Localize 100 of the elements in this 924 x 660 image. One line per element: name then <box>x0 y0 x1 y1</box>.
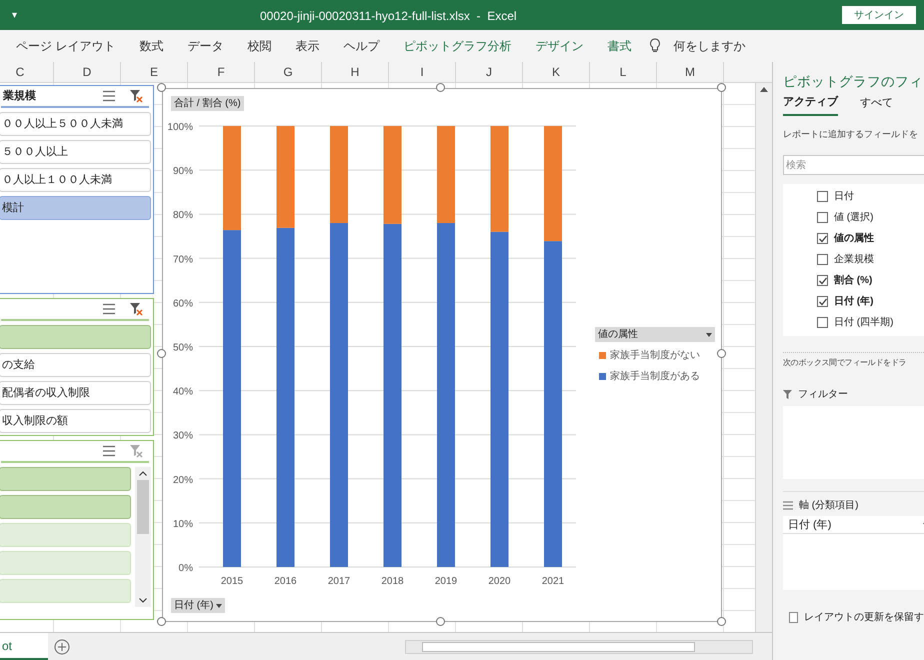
scroll-down-icon[interactable] <box>139 598 147 603</box>
y-axis-label: 70% <box>172 254 193 266</box>
resize-handle[interactable] <box>436 83 445 92</box>
resize-handle[interactable] <box>157 349 166 358</box>
ribbon-tab[interactable]: データ <box>175 37 236 55</box>
slicer-item[interactable]: 配偶者の収入制限 <box>0 381 151 405</box>
ribbon-tab[interactable]: 書式 <box>595 37 644 55</box>
slicer-item[interactable]: の支給 <box>0 353 151 377</box>
pane-tab[interactable]: すべて <box>860 94 893 116</box>
checkbox[interactable] <box>817 317 828 328</box>
sign-in-button[interactable]: サインイン <box>842 6 916 24</box>
ribbon-tab[interactable]: 校閲 <box>235 37 284 55</box>
axis-field-label: 日付 (年) <box>174 599 214 613</box>
dropdown-icon[interactable] <box>216 604 222 608</box>
slicer-item[interactable]: ０人以上１００人未満 <box>0 168 151 192</box>
column-header[interactable]: L <box>590 62 657 82</box>
legend-field-button[interactable]: 値の属性 <box>595 327 715 342</box>
y-axis-label: 50% <box>172 342 193 354</box>
area-label: フィルター <box>798 388 848 402</box>
checkbox[interactable] <box>817 254 828 266</box>
slicer-item[interactable]: 収入制限の額 <box>0 409 151 433</box>
legend-field-label: 値の属性 <box>598 328 638 342</box>
rows-icon[interactable] <box>783 501 793 510</box>
column-header[interactable]: J <box>456 62 523 82</box>
slicer-item[interactable]: 模計 <box>0 196 151 220</box>
y-axis-label: 60% <box>172 298 193 310</box>
ribbon-tab[interactable]: ピボットグラフ分析 <box>391 37 524 55</box>
resize-handle[interactable] <box>157 617 166 626</box>
field-label: 値 (選択) <box>834 211 874 226</box>
chart-area[interactable]: 0% 10% 20% 30% 40% 50% 60% 70% 80% 90% 100% 2015 2016 2017 2018 2019 2020 2021 合計 / 割合 (%) 日付 (年) 値の属性 家族手当制度がない 家族手当制度がある <box>162 88 722 622</box>
slicer-scrollbar[interactable] <box>135 467 151 607</box>
pane-tab[interactable]: アクティブ <box>783 94 838 116</box>
column-header[interactable]: D <box>54 62 121 82</box>
column-header[interactable]: F <box>188 62 255 82</box>
area-label: 軸 (分類項目) <box>799 498 858 514</box>
resize-handle[interactable] <box>717 83 726 92</box>
y-axis-label: 0% <box>178 563 193 574</box>
checkbox[interactable] <box>817 191 828 202</box>
column-header[interactable]: C <box>0 62 54 82</box>
filter-icon <box>783 390 792 400</box>
window-title: 00020-jinji-00020311-hyo12-full-list.xlsx - Excel <box>260 8 517 25</box>
pane-title: ピボットグラフのフィ <box>783 73 924 91</box>
ribbon-tab[interactable]: 表示 <box>283 37 332 55</box>
x-axis-label: 2017 <box>328 576 350 587</box>
scroll-up-icon[interactable] <box>760 87 768 92</box>
horizontal-scrollbar[interactable] <box>405 640 753 654</box>
slicer-item[interactable]: ００人以上５００人未満 <box>0 112 151 136</box>
search-field[interactable]: 検索 <box>783 155 924 176</box>
column-header[interactable]: I <box>389 62 456 82</box>
resize-handle[interactable] <box>717 617 726 626</box>
x-axis-label: 2019 <box>434 576 458 587</box>
worksheet-grid[interactable]: 業規模 ００人以上５００人未満 ５００人以上 ０人以上１００人未満 模計 の支給 配偶者の収入制限 収入制限の額 0% 10% 20% 30% 40% 50% 60% 70% 80% 90% 100% 2015 2016 2017 2018 2019 2020 2021 合計 / 割合 (%) 日付 (年) 値の属性 家族手当制度がない 家族手当制度がある <box>0 83 755 632</box>
sheet-tab[interactable]: ot <box>0 633 48 660</box>
slicer-title: 業規模 <box>2 88 37 104</box>
ribbon-tab[interactable]: ヘルプ <box>331 37 392 55</box>
resize-handle[interactable] <box>717 349 726 358</box>
column-header[interactable]: G <box>255 62 322 82</box>
clear-filter-icon[interactable] <box>129 89 143 103</box>
ribbon-tab[interactable]: ページ レイアウト <box>4 37 128 55</box>
checkbox[interactable] <box>817 212 828 224</box>
lightbulb-icon[interactable] <box>649 38 662 54</box>
legend-label: 家族手当制度がある <box>610 370 700 384</box>
resize-handle[interactable] <box>157 83 166 92</box>
multi-select-icon[interactable] <box>103 303 115 315</box>
scroll-up-icon[interactable] <box>139 471 147 476</box>
ribbon-tab[interactable]: 数式 <box>127 37 176 55</box>
multi-select-icon[interactable] <box>103 445 115 457</box>
ribbon-tab[interactable]: デザイン <box>523 37 596 55</box>
field-label: 日付 (四半期) <box>834 316 894 330</box>
y-axis-label: 80% <box>172 210 193 222</box>
column-header[interactable]: H <box>322 62 389 82</box>
field-label: 日付 (年) <box>834 294 874 310</box>
value-field-button[interactable]: 合計 / 割合 (%) <box>171 96 244 111</box>
axis-field-button[interactable]: 日付 (年) <box>171 598 226 613</box>
scrollbar-thumb[interactable] <box>137 480 149 534</box>
axis-drop-area[interactable]: 日付 (年) <box>783 516 924 590</box>
x-axis-label: 2020 <box>488 576 511 587</box>
y-axis-label: 30% <box>172 430 193 442</box>
resize-handle[interactable] <box>436 617 445 626</box>
tell-me-search[interactable]: 何をしますか <box>673 37 746 55</box>
axis-field-item[interactable]: 日付 (年) <box>783 516 924 534</box>
y-axis-label: 100% <box>167 122 193 133</box>
column-header[interactable]: M <box>657 62 724 82</box>
y-axis-label: 20% <box>172 474 193 486</box>
pane-hint: 次のボックス間でフィールドをドラ <box>783 352 924 370</box>
add-sheet-icon[interactable] <box>54 638 70 654</box>
slicer-item[interactable]: ５００人以上 <box>0 140 151 164</box>
legend-label: 家族手当制度がない <box>610 348 700 363</box>
field-label: 割合 (%) <box>834 274 872 288</box>
scrollbar-thumb[interactable] <box>422 642 695 652</box>
quick-access-menu[interactable]: ▾ <box>12 8 17 22</box>
column-header[interactable]: K <box>523 62 590 82</box>
multi-select-icon[interactable] <box>103 90 115 102</box>
column-header[interactable]: E <box>121 62 188 82</box>
clear-filter-icon[interactable] <box>129 302 143 316</box>
x-axis-label: 2016 <box>274 576 297 587</box>
checkbox[interactable] <box>789 612 798 624</box>
x-axis-label: 2015 <box>220 576 244 587</box>
dropdown-icon[interactable] <box>706 332 712 336</box>
vertical-scrollbar[interactable] <box>755 83 772 632</box>
